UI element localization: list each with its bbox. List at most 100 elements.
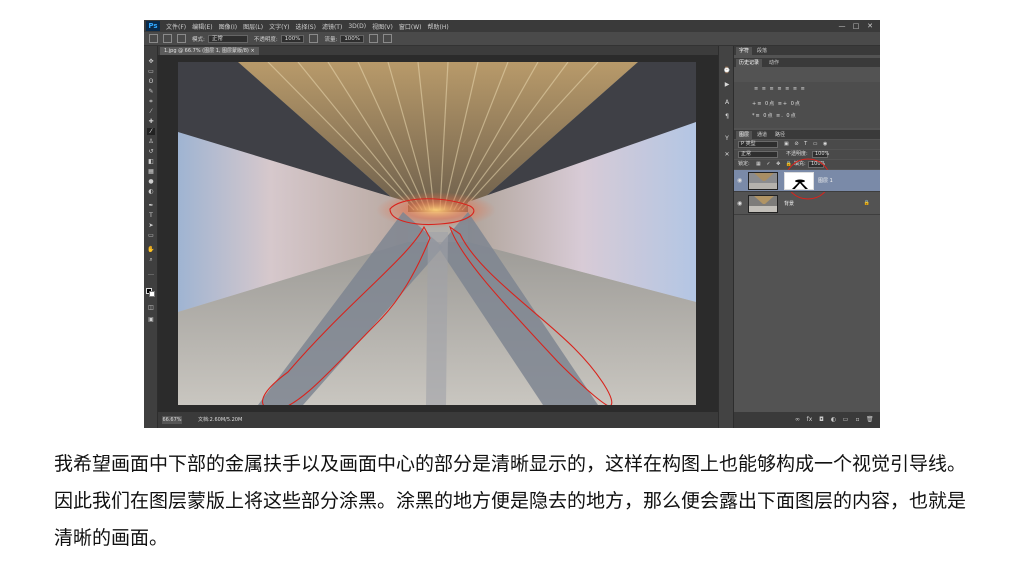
- menu-edit[interactable]: 编辑(E): [192, 22, 212, 31]
- close-icon[interactable]: ✕: [866, 22, 874, 30]
- layer-filter-row: P 类型 ▣ ⊘ T ▭ ◉: [734, 140, 880, 149]
- brush-tool-icon[interactable]: ⁄: [147, 128, 155, 135]
- menu-layer[interactable]: 图层(L): [243, 22, 263, 31]
- eyedropper-tool-icon[interactable]: ⁄: [147, 108, 155, 115]
- opacity-field[interactable]: 100%: [280, 34, 305, 43]
- menu-3d[interactable]: 3D(D): [348, 23, 366, 30]
- type-tool-icon[interactable]: T: [147, 212, 155, 219]
- filter-icons[interactable]: ▣ ⊘ T ▭ ◉: [784, 141, 829, 148]
- zoom-level[interactable]: 66.67%: [162, 416, 182, 424]
- layer-style-icon[interactable]: fx: [806, 416, 813, 423]
- tab-actions[interactable]: 动作: [766, 59, 782, 67]
- menu-select[interactable]: 选择(S): [295, 22, 316, 31]
- delete-layer-icon[interactable]: 🗑: [866, 416, 874, 423]
- screen-mode-icon[interactable]: ▣: [147, 316, 155, 323]
- stamp-tool-icon[interactable]: ♙: [147, 138, 155, 145]
- airbrush-icon[interactable]: [369, 34, 379, 43]
- hand-tool-icon[interactable]: ✋: [147, 246, 155, 253]
- mode-select[interactable]: 正常: [207, 34, 248, 43]
- blur-tool-icon[interactable]: ●: [147, 178, 155, 185]
- align-buttons[interactable]: ≡ ≡ ≡ ≡ ≡ ≡ ≡: [754, 86, 806, 92]
- gradient-tool-icon[interactable]: ▦: [147, 168, 155, 175]
- adjustment-layer-icon[interactable]: ◐: [830, 416, 837, 423]
- minimize-icon[interactable]: —: [838, 22, 846, 30]
- history-brush-tool-icon[interactable]: ↺: [147, 148, 155, 155]
- pressure-opacity-icon[interactable]: [309, 34, 319, 43]
- tab-paths[interactable]: 路径: [772, 131, 788, 139]
- zoom-tool-icon[interactable]: ⌕: [147, 256, 155, 263]
- brush-tool-icon[interactable]: [149, 34, 158, 43]
- document-size: 文档:2.60M/5.20M: [198, 417, 243, 423]
- layer-thumbnail[interactable]: [748, 172, 778, 190]
- character-panel-icon[interactable]: A: [722, 98, 732, 107]
- menu-file[interactable]: 文件(F): [166, 22, 186, 31]
- tool-presets-icon[interactable]: ✕: [722, 150, 732, 159]
- menu-window[interactable]: 窗口(W): [399, 22, 422, 31]
- background-color-swatch[interactable]: [149, 291, 155, 297]
- blend-mode-select[interactable]: 正常: [738, 151, 778, 158]
- spacing-row[interactable]: *≡ 0点 ≡. 0点: [752, 112, 797, 119]
- tab-history[interactable]: 历史记录: [736, 59, 763, 67]
- crop-tool-icon[interactable]: ⌗: [147, 98, 155, 105]
- add-mask-icon[interactable]: ◘: [818, 416, 825, 423]
- layer-thumbnail[interactable]: [748, 195, 778, 213]
- layer-name[interactable]: 图层 1: [818, 177, 833, 184]
- visibility-eye-icon[interactable]: ◉: [737, 178, 744, 184]
- menu-view[interactable]: 视图(V): [372, 22, 393, 31]
- tab-paragraph[interactable]: 段落: [754, 47, 770, 55]
- indent-row[interactable]: +≡ 0点 ≡+ 0点: [752, 100, 801, 107]
- document-tab[interactable]: 1.jpg @ 66.7% (图层 1, 图层蒙版/8) ×: [160, 47, 259, 55]
- maximize-icon[interactable]: □: [852, 22, 860, 30]
- lasso-tool-icon[interactable]: ʘ: [147, 78, 155, 85]
- marquee-tool-icon[interactable]: ▭: [147, 68, 155, 75]
- tutorial-caption: 我希望画面中下部的金属扶手以及画面中心的部分是清晰显示的，这样在构图上也能够构成…: [54, 453, 967, 549]
- layer-mask-thumbnail[interactable]: [784, 172, 814, 190]
- pressure-size-icon[interactable]: [383, 34, 393, 43]
- right-panels: 字符 段落 历史记录 动作 ≡ ≡ ≡ ≡ ≡ ≡ ≡ +≡ 0点 ≡+ 0点 …: [734, 46, 880, 428]
- flow-field[interactable]: 100%: [340, 34, 365, 43]
- layer-filter-select[interactable]: P 类型: [738, 141, 778, 148]
- path-select-tool-icon[interactable]: ➤: [147, 222, 155, 229]
- menu-help[interactable]: 帮助(H): [428, 22, 449, 31]
- menu-type[interactable]: 文字(Y): [269, 22, 289, 31]
- link-layers-icon[interactable]: ∞: [794, 416, 801, 423]
- actions-panel-icon[interactable]: ▶: [722, 80, 732, 89]
- flow-label: 流量:: [324, 36, 338, 43]
- lock-label: 锁定:: [738, 161, 750, 167]
- shape-tool-icon[interactable]: ▭: [147, 232, 155, 239]
- photoshop-screenshot: Ps 文件(F) 编辑(E) 图像(I) 图层(L) 文字(Y) 选择(S) 滤…: [144, 20, 880, 428]
- layers-footer: ∞ fx ◘ ◐ ▭ ▫ 🗑: [734, 412, 880, 428]
- window-controls: — □ ✕: [838, 22, 874, 30]
- tab-channels[interactable]: 通道: [754, 131, 770, 139]
- tab-character[interactable]: 字符: [736, 47, 753, 55]
- page: Ps 文件(F) 编辑(E) 图像(I) 图层(L) 文字(Y) 选择(S) 滤…: [0, 0, 1024, 576]
- move-tool-icon[interactable]: ✥: [147, 58, 155, 65]
- layers-tabs: 图层 通道 路径: [734, 130, 880, 139]
- brush-panel-icon[interactable]: [177, 34, 186, 43]
- history-actions-tabs: 历史记录 动作: [734, 58, 880, 67]
- history-panel-icon[interactable]: ⌚: [722, 66, 732, 75]
- menu-filter[interactable]: 滤镜(T): [322, 22, 342, 31]
- extra-tools-icon[interactable]: …: [147, 270, 155, 277]
- layer-row[interactable]: ◉ 背景 🔒: [734, 193, 880, 215]
- paragraph-panel-icon[interactable]: ¶: [722, 112, 732, 121]
- properties-panel-icon[interactable]: Y: [722, 134, 732, 143]
- tab-layers[interactable]: 图层: [736, 131, 753, 139]
- photoshop-logo: Ps: [146, 21, 160, 31]
- eraser-tool-icon[interactable]: ◧: [147, 158, 155, 165]
- visibility-eye-icon[interactable]: ◉: [737, 201, 744, 207]
- new-group-icon[interactable]: ▭: [842, 416, 849, 423]
- healing-tool-icon[interactable]: ✚: [147, 118, 155, 125]
- brush-preset-icon[interactable]: [163, 34, 172, 43]
- layer-name[interactable]: 背景: [784, 200, 794, 207]
- menu-image[interactable]: 图像(I): [219, 22, 237, 31]
- document-canvas[interactable]: [178, 62, 696, 405]
- pen-tool-icon[interactable]: ✒: [147, 202, 155, 209]
- status-bar: 66.67% 文档:2.60M/5.20M: [158, 412, 718, 428]
- canvas-area: [158, 55, 718, 412]
- new-layer-icon[interactable]: ▫: [854, 416, 861, 423]
- layer-row[interactable]: ◉ 图层 1: [734, 170, 880, 192]
- quick-mask-icon[interactable]: ◫: [147, 304, 155, 311]
- quick-select-tool-icon[interactable]: ✎: [147, 88, 155, 95]
- dodge-tool-icon[interactable]: ◐: [147, 188, 155, 195]
